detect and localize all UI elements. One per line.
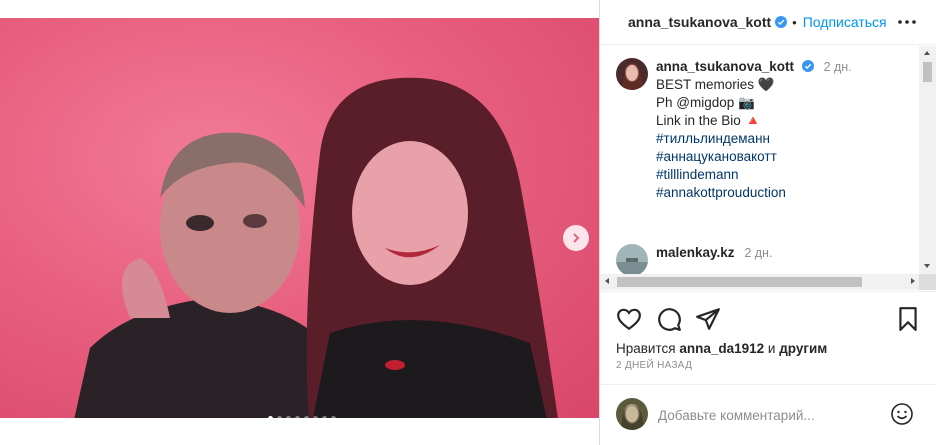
chevron-right-icon (573, 233, 580, 243)
vertical-scroll-thumb[interactable] (923, 62, 932, 82)
liker-username[interactable]: anna_da1912 (679, 341, 764, 356)
current-user-avatar-image (616, 398, 648, 430)
verified-badge-icon (801, 60, 814, 72)
carousel-dot (277, 416, 282, 418)
commenter-avatar[interactable] (616, 244, 648, 276)
emoji-picker-icon[interactable] (890, 402, 914, 426)
comment-time: 2 дн. (744, 246, 773, 260)
caption-time: 2 дн. (823, 60, 852, 74)
carousel-indicator (268, 416, 336, 418)
post-caption: anna_tsukanova_kott 2 дн. BEST memories … (616, 58, 852, 202)
comments-list[interactable]: anna_tsukanova_kott 2 дн. BEST memories … (600, 46, 936, 290)
commenter-avatar-image (616, 244, 648, 276)
carousel-dot (331, 416, 336, 418)
current-user-avatar (616, 398, 648, 430)
scroll-up-arrow-icon[interactable] (924, 51, 930, 55)
post-header: anna_tsukanova_kott • Подписаться (600, 0, 936, 45)
more-dots-icon (898, 20, 916, 24)
caption-line: Link in the Bio 🔺 (656, 113, 762, 128)
likes-summary: Нравится anna_da1912 и другим (616, 341, 827, 356)
hashtag-link[interactable]: #tilllindemann (656, 166, 852, 184)
hashtag-link[interactable]: #аннацукановакотт (656, 148, 852, 166)
follow-button[interactable]: Подписаться (803, 14, 887, 30)
scroll-right-arrow-icon[interactable] (911, 278, 915, 284)
hashtag-link[interactable]: #тилльлиндеманн (656, 130, 852, 148)
likes-middle: и (767, 341, 776, 356)
carousel-dot (322, 416, 327, 418)
hashtag-link[interactable]: #annakottprouduction (656, 184, 852, 202)
share-paper-plane-icon[interactable] (695, 306, 721, 332)
post-photo[interactable] (0, 18, 599, 418)
header-separator: • (792, 14, 797, 30)
likes-others-link[interactable]: другим (779, 341, 827, 356)
horizontal-scrollbar[interactable] (600, 274, 920, 290)
carousel-dot (295, 416, 300, 418)
author-avatar-image (616, 58, 648, 90)
carousel-dot (304, 416, 309, 418)
comment-username[interactable]: malenkay.kz (656, 245, 735, 260)
vertical-scrollbar[interactable] (919, 46, 936, 290)
scroll-left-arrow-icon[interactable] (605, 278, 609, 284)
caption-username[interactable]: anna_tsukanova_kott (656, 59, 794, 74)
carousel-next-button[interactable] (563, 225, 589, 251)
save-bookmark-icon[interactable] (895, 306, 921, 332)
comment-bubble-icon[interactable] (656, 306, 682, 332)
carousel-dot (286, 416, 291, 418)
comment-item: malenkay.kz 2 дн. (616, 244, 772, 276)
comment-input[interactable] (658, 405, 878, 425)
photo-woman-figure (306, 77, 558, 418)
add-comment-bar (600, 384, 936, 445)
scrollbar-corner (919, 274, 936, 290)
author-username[interactable]: anna_tsukanova_kott (628, 14, 771, 30)
author-avatar[interactable] (616, 58, 648, 90)
more-options-button[interactable] (896, 12, 918, 32)
carousel-dot (313, 416, 318, 418)
post-side-panel: anna_tsukanova_kott • Подписаться anna_t… (599, 0, 936, 445)
scroll-down-arrow-icon[interactable] (924, 264, 930, 268)
like-heart-icon[interactable] (616, 306, 642, 332)
likes-prefix: Нравится (616, 341, 676, 356)
caption-line: Ph @migdop 📷 (656, 95, 755, 110)
horizontal-scroll-thumb[interactable] (617, 277, 862, 287)
post-timestamp[interactable]: 2 ДНЕЙ НАЗАД (616, 360, 692, 371)
carousel-dot (268, 416, 273, 418)
caption-line: BEST memories 🖤 (656, 77, 775, 92)
verified-badge-icon (775, 16, 788, 28)
